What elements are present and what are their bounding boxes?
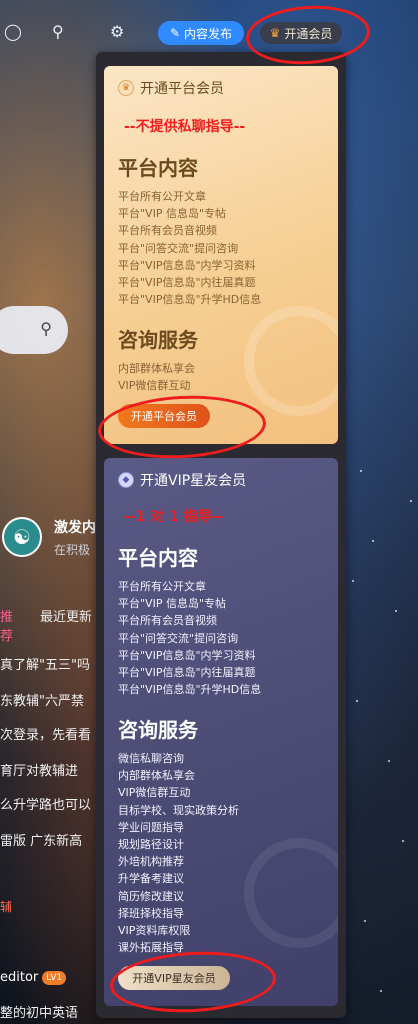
membership-dropdown: ♛ 开通平台会员 --不提供私聊指导-- 平台内容 平台所有公开文章 平台"VI… xyxy=(96,52,346,1018)
list-item: 平台"问答交流"提问咨询 xyxy=(118,631,239,645)
list-item: 平台"VIP信息岛"内往届真题 xyxy=(118,276,256,290)
list-item: 平台"VIP信息岛"升学HD信息 xyxy=(118,683,262,697)
gem-icon: ◆ xyxy=(118,472,134,488)
open-membership-button[interactable]: ♛ 开通会员 xyxy=(260,22,342,44)
platform-service-list: 内部群体私享会 VIP微信群互动 xyxy=(118,360,195,394)
list-item: 课外拓展指导 xyxy=(118,941,184,955)
list-item: VIP微信群互动 xyxy=(118,786,191,800)
platform-card-title: 开通平台会员 xyxy=(140,81,224,97)
gem-watermark-icon xyxy=(244,838,338,948)
list-item: VIP资料库权限 xyxy=(118,924,191,938)
list-item: 择班择校指导 xyxy=(118,906,184,920)
page-search-bar[interactable]: ⚲ xyxy=(0,306,68,354)
list-item: 平台"VIP 信息岛"专帖 xyxy=(118,207,227,221)
list-item[interactable]: 育厅对教辅进 xyxy=(0,760,96,779)
category-tag: 辅 xyxy=(0,900,13,914)
list-item: 平台所有会员音视频 xyxy=(118,224,217,238)
publish-label: 内容发布 xyxy=(184,26,233,41)
publish-content-button[interactable]: ✎ 内容发布 xyxy=(158,21,244,45)
crown-icon: ♛ xyxy=(269,26,281,40)
search-icon[interactable]: ⚲ xyxy=(40,319,52,338)
crown-watermark-icon xyxy=(244,306,338,416)
pencil-icon: ✎ xyxy=(169,26,181,40)
list-item: 平台"问答交流"提问咨询 xyxy=(118,241,239,255)
list-item: 平台"VIP 信息岛"专帖 xyxy=(118,597,227,611)
list-item: 外培机构推荐 xyxy=(118,855,184,869)
list-item: 平台所有会员音视频 xyxy=(118,614,217,628)
list-item[interactable]: 雷版 广东新高 xyxy=(0,830,96,849)
platform-service-title: 咨询服务 xyxy=(118,328,198,352)
list-item: 简历修改建议 xyxy=(118,889,184,903)
list-item: 目标学校、现实政策分析 xyxy=(118,803,239,817)
list-item: 平台"VIP信息岛"内学习资料 xyxy=(118,258,256,272)
profile-subtitle: 在积极 xyxy=(54,543,91,557)
search-icon[interactable]: ⚲ xyxy=(52,22,64,42)
list-item: 微信私聊咨询 xyxy=(118,752,184,765)
vip-membership-card: ◆ 开通VIP星友会员 --1 对 1 指导-- 平台内容 平台所有公开文章 平… xyxy=(104,458,338,1006)
vip-card-header: ◆ 开通VIP星友会员 xyxy=(118,470,246,490)
membership-label: 开通会员 xyxy=(284,26,333,41)
profile-name: 激发内 xyxy=(54,520,96,536)
author-name[interactable]: editor xyxy=(0,970,38,985)
list-item: 内部群体私享会 xyxy=(118,769,195,783)
platform-membership-card: ♛ 开通平台会员 --不提供私聊指导-- 平台内容 平台所有公开文章 平台"VI… xyxy=(104,66,338,444)
list-item[interactable]: 整的初中英语 xyxy=(0,1002,96,1021)
list-item: 平台"VIP信息岛"升学HD信息 xyxy=(118,293,262,307)
list-item: 规划路径设计 xyxy=(118,838,184,852)
vip-content-list: 平台所有公开文章 平台"VIP 信息岛"专帖 平台所有会员音视频 平台"问答交流… xyxy=(118,578,261,698)
list-item: 平台"VIP信息岛"内学习资料 xyxy=(118,648,256,662)
list-item: 升学备考建议 xyxy=(118,872,184,886)
list-item[interactable]: 次登录，先看看 xyxy=(0,724,96,743)
avatar[interactable]: ☯ xyxy=(2,517,42,557)
open-vip-membership-button[interactable]: 开通VIP星友会员 xyxy=(118,966,230,990)
platform-notice: --不提供私聊指导-- xyxy=(124,119,246,135)
vip-service-list: 微信私聊咨询 内部群体私享会 VIP微信群互动 目标学校、现实政策分析 学业问题… xyxy=(118,750,239,956)
vip-notice: --1 对 1 指导-- xyxy=(124,509,224,525)
crown-icon: ♛ xyxy=(118,80,134,96)
level-badge: LV1 xyxy=(42,970,67,985)
settings-icon[interactable]: ⚙ xyxy=(110,22,124,42)
list-item: 平台"VIP信息岛"内往届真题 xyxy=(118,666,256,680)
platform-card-header: ♛ 开通平台会员 xyxy=(118,78,224,98)
list-item[interactable]: 么升学路也可以 xyxy=(0,794,96,813)
list-item: 学业问题指导 xyxy=(118,820,184,834)
list-item[interactable]: 东教辅"六严禁 xyxy=(0,690,96,709)
list-item: 平台所有公开文章 xyxy=(118,580,206,593)
list-item: VIP微信群互动 xyxy=(118,379,191,393)
list-item: 内部群体私享会 xyxy=(118,362,195,375)
vip-content-title: 平台内容 xyxy=(118,546,198,570)
vip-service-title: 咨询服务 xyxy=(118,718,198,742)
vip-card-title: 开通VIP星友会员 xyxy=(140,473,247,489)
tab-recent-updates[interactable]: 最近更新 xyxy=(40,606,92,625)
platform-content-title: 平台内容 xyxy=(118,156,198,180)
list-item[interactable]: 真了解"五三"吗 xyxy=(0,654,96,673)
profile-card[interactable]: ☯ 激发内 在积极 xyxy=(0,505,100,575)
list-item: 平台所有公开文章 xyxy=(118,190,206,203)
tab-recommended[interactable]: 推荐 xyxy=(0,606,13,644)
author-line: editor LV1 xyxy=(0,970,100,985)
platform-content-list: 平台所有公开文章 平台"VIP 信息岛"专帖 平台所有会员音视频 平台"问答交流… xyxy=(118,188,261,308)
notification-icon[interactable]: ◯ xyxy=(4,22,22,42)
open-platform-membership-button[interactable]: 开通平台会员 xyxy=(118,404,210,428)
